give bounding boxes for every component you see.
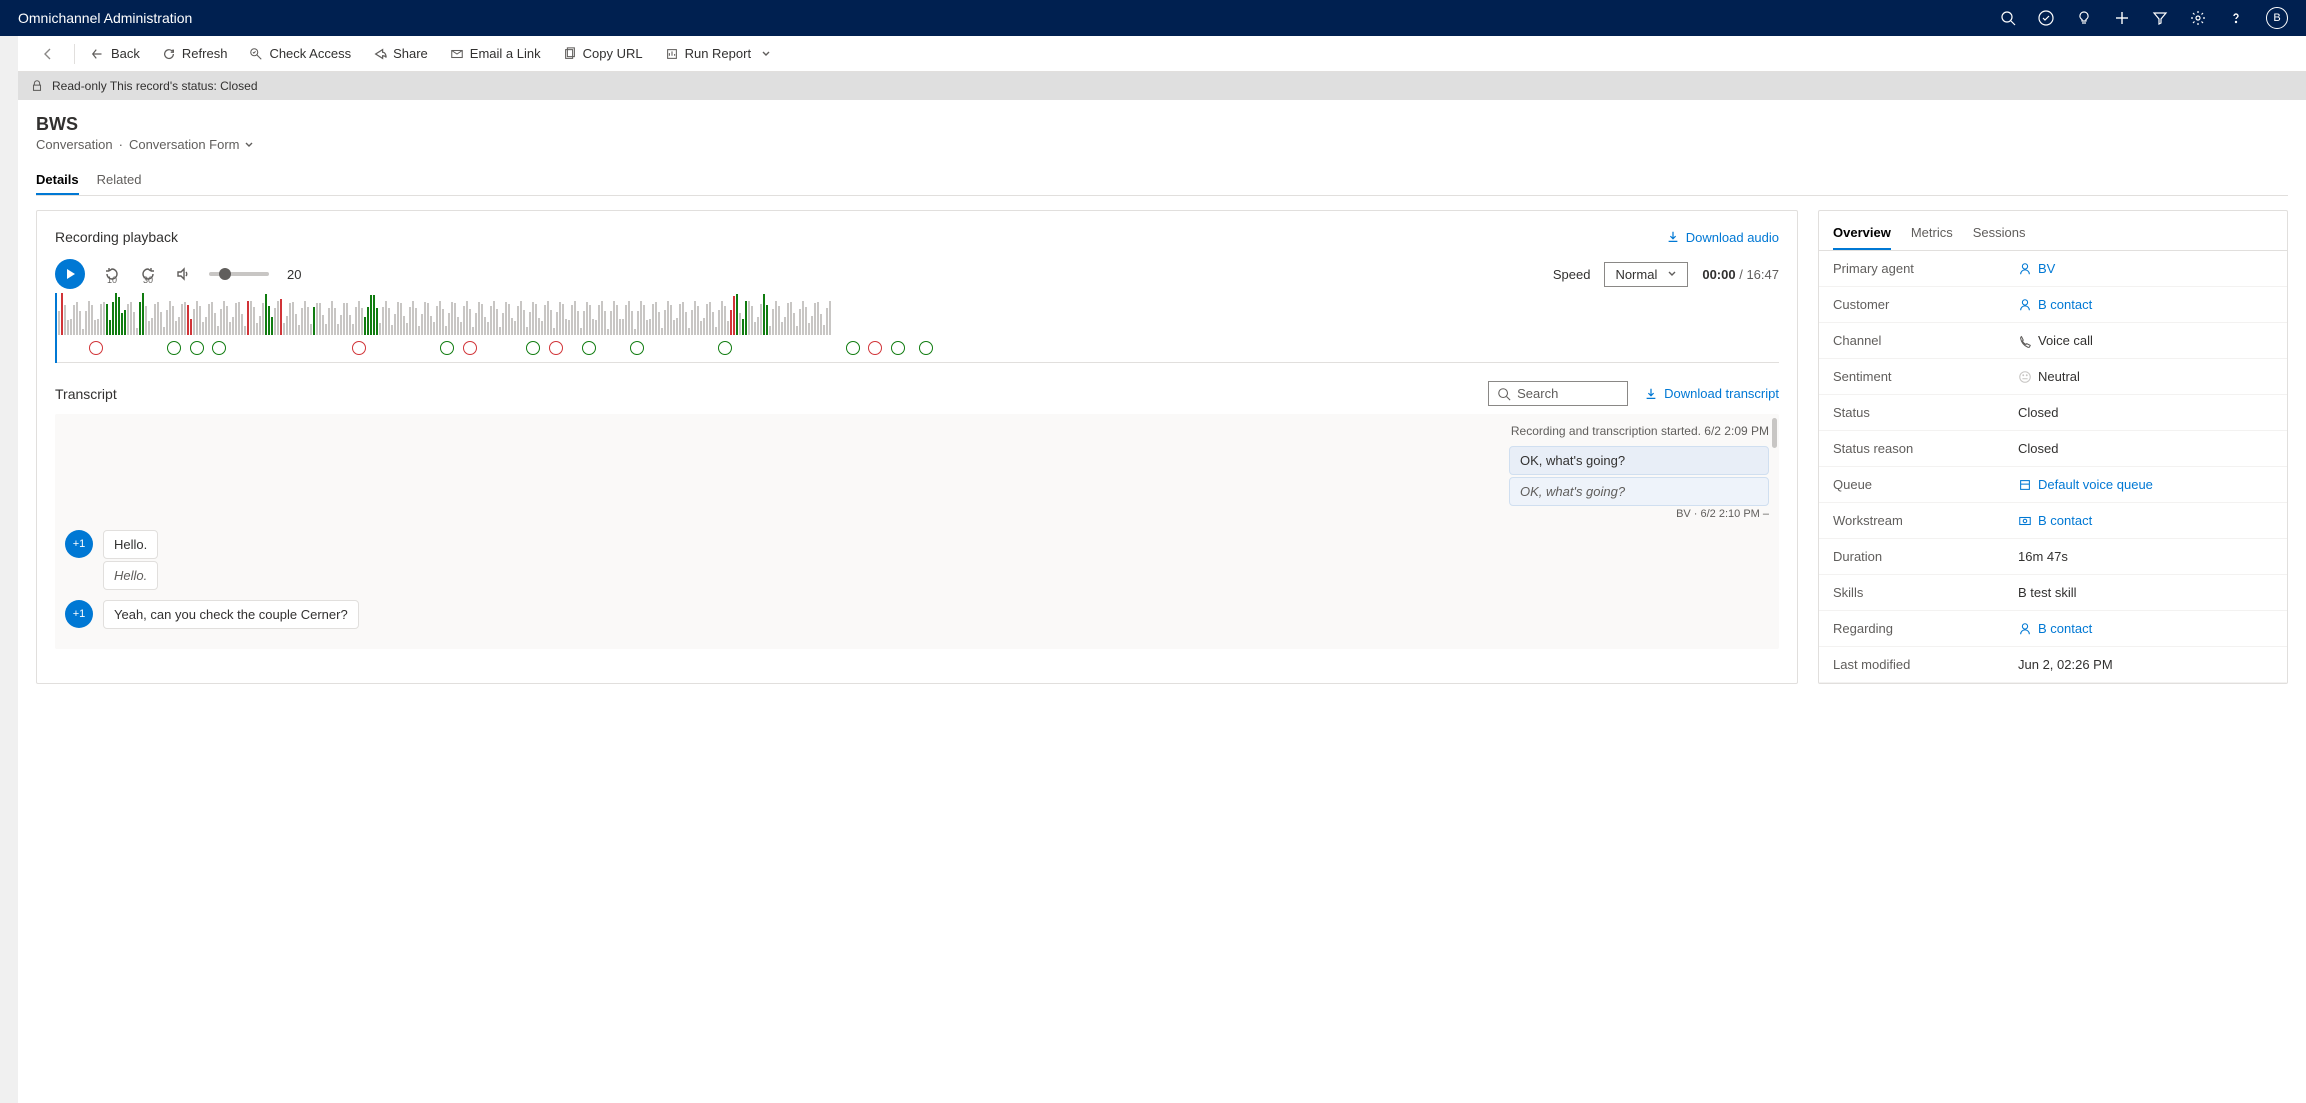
kv-customer-value[interactable]: B contact — [2018, 297, 2092, 312]
tab-related[interactable]: Related — [97, 166, 142, 195]
task-check-icon[interactable] — [2038, 10, 2054, 26]
refresh-icon — [162, 47, 176, 61]
readonly-notice-bar: Read-only This record's status: Closed — [18, 72, 2306, 100]
kv-workstream-value[interactable]: B contact — [2018, 513, 2092, 528]
form-selector[interactable]: Conversation Form — [129, 137, 254, 152]
back-icon — [91, 47, 105, 61]
agent-message: OK, what's going? — [1509, 446, 1769, 475]
run-report-button[interactable]: Run Report — [655, 42, 781, 65]
transcript-system-message: Recording and transcription started. 6/2… — [65, 424, 1769, 438]
share-button[interactable]: Share — [363, 42, 438, 65]
settings-gear-icon[interactable] — [2190, 10, 2206, 26]
kv-primary-agent-value[interactable]: BV — [2018, 261, 2055, 276]
record-breadcrumb: Conversation · Conversation Form — [36, 137, 2288, 152]
playback-time: 00:00 / 16:47 — [1702, 267, 1779, 282]
kv-sentiment-label: Sentiment — [1833, 369, 2018, 384]
customer-message-row: +1 Hello. Hello. — [65, 530, 1769, 590]
agent-message-translation: OK, what's going? — [1509, 477, 1769, 506]
lightbulb-icon[interactable] — [2076, 10, 2092, 26]
kv-duration-value: 16m 47s — [2018, 549, 2068, 564]
volume-slider[interactable] — [209, 272, 269, 276]
kv-queue-label: Queue — [1833, 477, 2018, 492]
customer-message: Hello. — [103, 530, 158, 559]
agent-message-meta: BV · 6/2 2:10 PM – — [65, 508, 1769, 520]
volume-icon[interactable] — [175, 266, 191, 282]
nav-back-arrow[interactable] — [28, 46, 68, 62]
side-panel-tabs: Overview Metrics Sessions — [1819, 211, 2287, 251]
record-title: BWS — [36, 114, 2288, 135]
kv-customer-label: Customer — [1833, 297, 2018, 312]
recording-playback-title: Recording playback — [55, 229, 178, 245]
copy-url-button[interactable]: Copy URL — [553, 42, 653, 65]
transcript-title: Transcript — [55, 386, 117, 402]
play-button[interactable] — [55, 259, 85, 289]
back-button[interactable]: Back — [81, 42, 150, 65]
kv-regarding-value[interactable]: B contact — [2018, 621, 2092, 636]
help-icon[interactable] — [2228, 10, 2244, 26]
kv-status-reason-value: Closed — [2018, 441, 2058, 456]
customer-message: Yeah, can you check the couple Cerner? — [103, 600, 359, 629]
kv-last-modified-label: Last modified — [1833, 657, 2018, 672]
volume-value: 20 — [287, 267, 301, 282]
add-icon[interactable] — [2114, 10, 2130, 26]
main-panel: Recording playback Download audio 10 30 — [36, 210, 1798, 684]
kv-sentiment-value: Neutral — [2018, 369, 2080, 384]
side-panel: Overview Metrics Sessions Primary agentB… — [1818, 210, 2288, 684]
customer-avatar: +1 — [65, 600, 93, 628]
left-rail — [0, 36, 18, 1103]
side-tab-overview[interactable]: Overview — [1833, 221, 1891, 250]
transcript-search-input[interactable]: Search — [1488, 381, 1628, 406]
command-bar: Back Refresh Check Access Share Email a … — [18, 36, 2306, 72]
scrollbar-thumb[interactable] — [1772, 418, 1777, 448]
readonly-notice-text: Read-only This record's status: Closed — [52, 79, 258, 93]
kv-channel-label: Channel — [1833, 333, 2018, 348]
share-icon — [373, 47, 387, 61]
side-tab-sessions[interactable]: Sessions — [1973, 221, 2026, 250]
kv-status-value: Closed — [2018, 405, 2058, 420]
email-icon — [450, 47, 464, 61]
email-link-button[interactable]: Email a Link — [440, 42, 551, 65]
search-icon[interactable] — [2000, 10, 2016, 26]
record-entity: Conversation — [36, 137, 113, 152]
topbar-icon-group: B — [2000, 7, 2288, 29]
kv-regarding-label: Regarding — [1833, 621, 2018, 636]
audio-waveform[interactable] — [55, 295, 1779, 363]
rewind-10-button[interactable]: 10 — [103, 265, 121, 283]
kv-workstream-label: Workstream — [1833, 513, 2018, 528]
kv-skills-label: Skills — [1833, 585, 2018, 600]
kv-skills-value: B test skill — [2018, 585, 2077, 600]
check-access-button[interactable]: Check Access — [239, 42, 361, 65]
side-tab-metrics[interactable]: Metrics — [1911, 221, 1953, 250]
form-tabs: Details Related — [36, 166, 2288, 196]
transcript-body: Recording and transcription started. 6/2… — [55, 414, 1779, 649]
kv-primary-agent-label: Primary agent — [1833, 261, 2018, 276]
audio-player-controls: 10 30 20 Speed Normal 00:00 — [55, 259, 1779, 289]
kv-status-label: Status — [1833, 405, 2018, 420]
chevron-down-icon — [761, 49, 771, 59]
top-nav-bar: Omnichannel Administration B — [0, 0, 2306, 36]
app-title: Omnichannel Administration — [18, 10, 192, 26]
user-avatar-icon[interactable]: B — [2266, 7, 2288, 29]
download-audio-link[interactable]: Download audio — [1666, 230, 1779, 245]
forward-30-button[interactable]: 30 — [139, 265, 157, 283]
customer-avatar: +1 — [65, 530, 93, 558]
speed-selector[interactable]: Normal — [1604, 262, 1688, 287]
kv-duration-label: Duration — [1833, 549, 2018, 564]
refresh-button[interactable]: Refresh — [152, 42, 238, 65]
report-icon — [665, 47, 679, 61]
check-access-icon — [249, 47, 263, 61]
copy-url-icon — [563, 47, 577, 61]
kv-status-reason-label: Status reason — [1833, 441, 2018, 456]
speed-label: Speed — [1553, 267, 1591, 282]
tab-details[interactable]: Details — [36, 166, 79, 195]
customer-message-row: +1 Yeah, can you check the couple Cerner… — [65, 600, 1769, 629]
kv-last-modified-value: Jun 2, 02:26 PM — [2018, 657, 2113, 672]
lock-icon — [30, 79, 44, 93]
kv-channel-value: Voice call — [2018, 333, 2093, 348]
download-transcript-link[interactable]: Download transcript — [1644, 386, 1779, 401]
customer-message-translation: Hello. — [103, 561, 158, 590]
filter-icon[interactable] — [2152, 10, 2168, 26]
kv-queue-value[interactable]: Default voice queue — [2018, 477, 2153, 492]
